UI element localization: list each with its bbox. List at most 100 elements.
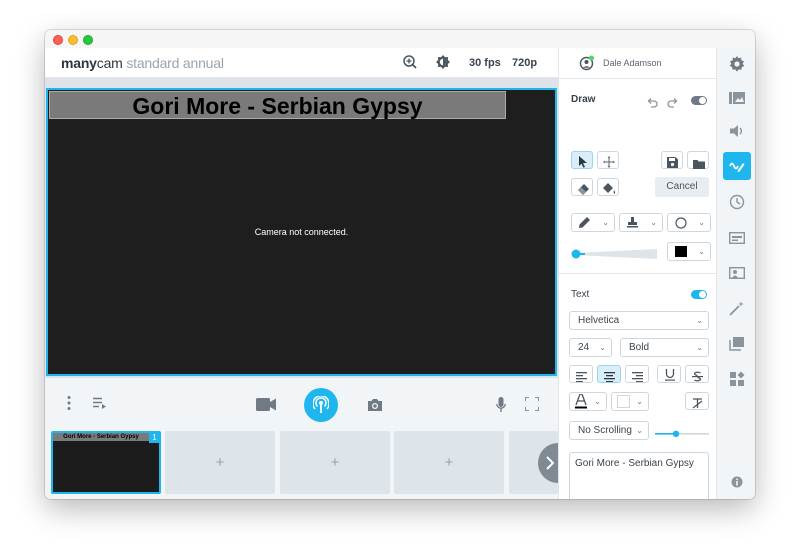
underline-icon [665, 368, 675, 386]
add-preset-slot[interactable]: + [165, 431, 275, 494]
title-bar [45, 30, 755, 48]
resolution-selector[interactable]: 720p [512, 57, 537, 69]
fps-selector[interactable]: 30 fps [469, 57, 501, 69]
edition-label: standard annual [122, 55, 224, 71]
effects-panel: Dale Adamson Draw Cancel ⌄ ⌄ ⌄ ⌄ Text He… [558, 48, 717, 499]
sidebar-item-draw[interactable] [723, 152, 751, 180]
overlay-text: Gori More - Serbian Gypsy [132, 93, 423, 119]
broadcast-icon [312, 394, 330, 419]
sidebar-item-lower-thirds[interactable] [723, 224, 751, 252]
scrolling-value: No Scrolling [578, 425, 632, 436]
sidebar-item-presets[interactable] [723, 84, 751, 112]
widgets-icon [730, 371, 745, 386]
more-options-icon[interactable] [66, 395, 72, 416]
chevron-down-icon: ⌄ [650, 218, 657, 227]
sidebar-item-layers[interactable] [723, 330, 751, 358]
cursor-icon [578, 155, 588, 173]
user-account[interactable]: Dale Adamson [579, 55, 715, 71]
redo-icon[interactable] [667, 95, 679, 113]
lower-thirds-icon [729, 232, 745, 245]
overlay-text-input[interactable]: Gori More - Serbian Gypsy [569, 452, 709, 499]
background-color-select[interactable]: ⌄ [611, 392, 649, 411]
chevron-down-icon: ⌄ [599, 343, 606, 352]
stamp-icon [627, 217, 638, 234]
snapshot-camera-icon[interactable] [367, 398, 383, 417]
move-icon [603, 155, 615, 173]
clear-format-icon [692, 396, 703, 414]
shape-tool-select[interactable]: ⌄ [667, 213, 711, 232]
add-icon: + [330, 454, 340, 471]
minimize-window-button[interactable] [68, 35, 78, 45]
draw-toggle[interactable] [691, 96, 707, 105]
playlist-icon[interactable] [93, 396, 107, 414]
pencil-icon [579, 217, 590, 234]
chevron-down-icon: ⌄ [698, 247, 705, 256]
main-video-preview[interactable]: Gori More - Serbian Gypsy Camera not con… [46, 88, 557, 376]
strikethrough-button[interactable] [685, 365, 709, 383]
cancel-button[interactable]: Cancel [655, 177, 709, 197]
align-right-button[interactable] [625, 365, 649, 383]
circle-shape-icon [675, 217, 687, 235]
close-window-button[interactable] [53, 35, 63, 45]
align-center-icon [604, 369, 615, 387]
draw-section-title: Draw [571, 94, 596, 105]
layers-icon [729, 337, 744, 351]
text-overlay-banner[interactable]: Gori More - Serbian Gypsy [49, 91, 506, 119]
paint-bucket-icon [603, 182, 616, 200]
sidebar-item-backgrounds[interactable] [723, 259, 751, 287]
stamp-tool-select[interactable]: ⌄ [619, 213, 663, 232]
brightness-icon[interactable] [435, 54, 451, 70]
undo-icon[interactable] [646, 95, 658, 113]
settings-gear-icon[interactable] [729, 56, 745, 77]
align-right-icon [632, 369, 643, 387]
font-family-select[interactable]: Helvetica ⌄ [569, 311, 709, 330]
text-color-select[interactable]: ⌄ [569, 392, 607, 411]
select-tool-button[interactable] [571, 151, 593, 169]
fullscreen-icon[interactable] [524, 396, 540, 416]
align-center-button[interactable] [597, 365, 621, 383]
clock-icon [729, 194, 745, 210]
save-drawing-button[interactable] [661, 151, 683, 169]
chevron-right-icon [546, 456, 555, 475]
video-camera-icon[interactable] [256, 398, 276, 416]
brush-tool-select[interactable]: ⌄ [571, 213, 615, 232]
brush-size-slider[interactable] [571, 246, 657, 259]
add-preset-slot[interactable]: + [394, 431, 504, 494]
text-toggle[interactable] [691, 290, 707, 299]
zoom-window-button[interactable] [83, 35, 93, 45]
align-left-button[interactable] [569, 365, 593, 383]
sidebar-item-effects[interactable] [723, 294, 751, 322]
font-weight-value: Bold [629, 342, 650, 353]
strikethrough-icon [692, 369, 703, 387]
clear-formatting-button[interactable] [685, 392, 709, 410]
chevron-down-icon: ⌄ [602, 218, 609, 227]
presets-icon [729, 92, 745, 104]
font-size-value: 24 [578, 342, 590, 353]
scroll-speed-slider[interactable] [655, 426, 709, 437]
underline-button[interactable] [657, 365, 681, 383]
add-preset-slot[interactable]: + [280, 431, 390, 494]
preset-thumbnail-active[interactable]: Gori More - Serbian Gypsy 1 [51, 431, 161, 494]
move-tool-button[interactable] [597, 151, 619, 169]
eraser-tool-button[interactable] [571, 178, 593, 196]
microphone-icon[interactable] [496, 397, 506, 418]
preset-thumbnail-title: Gori More - Serbian Gypsy [53, 433, 149, 441]
scrolling-select[interactable]: No Scrolling ⌄ [569, 421, 649, 440]
sidebar-item-audio[interactable] [723, 117, 751, 145]
font-size-select[interactable]: 24 ⌄ [569, 338, 612, 357]
sidebar-item-widgets[interactable] [723, 365, 751, 393]
brush-color-select[interactable]: ⌄ [667, 242, 711, 261]
fill-tool-button[interactable] [597, 178, 619, 196]
broadcast-button[interactable] [304, 388, 338, 422]
sidebar-item-time[interactable] [723, 188, 751, 216]
control-bar [45, 378, 558, 427]
info-icon[interactable] [731, 475, 743, 493]
app-logo: manycam standard annual [61, 55, 224, 71]
font-weight-select[interactable]: Bold ⌄ [620, 338, 709, 357]
font-family-value: Helvetica [578, 315, 620, 326]
zoom-in-icon[interactable] [402, 54, 418, 70]
align-left-icon [576, 369, 587, 387]
magic-wand-icon [729, 301, 744, 316]
text-section-title: Text [571, 289, 590, 300]
open-folder-button[interactable] [687, 151, 709, 169]
